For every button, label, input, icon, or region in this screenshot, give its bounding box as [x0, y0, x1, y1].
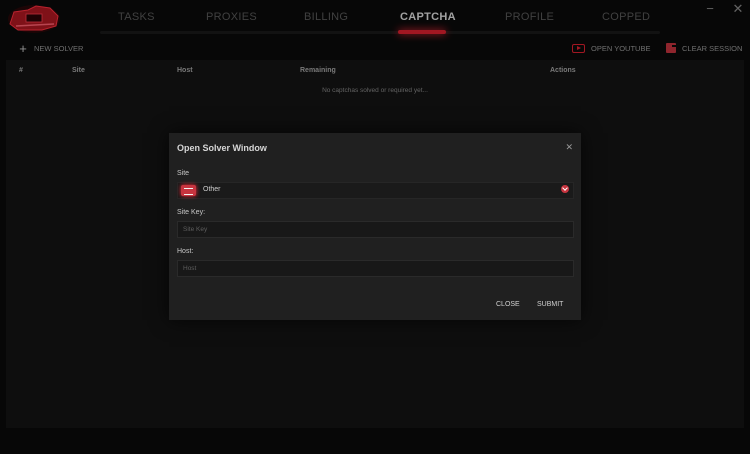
site-icon — [181, 185, 196, 196]
chevron-down-icon — [561, 185, 569, 193]
host-input[interactable] — [177, 260, 574, 277]
site-select[interactable]: Other — [177, 182, 574, 199]
submit-button[interactable]: SUBMIT — [537, 301, 563, 308]
site-key-input[interactable] — [177, 221, 574, 238]
site-label: Site — [177, 170, 190, 177]
app-window: TASKS PROXIES BILLING CAPTCHA PROFILE CO… — [0, 0, 750, 454]
site-select-value: Other — [203, 186, 221, 193]
dialog-close-icon[interactable]: ✕ — [565, 142, 573, 153]
site-key-label: Site Key: — [177, 209, 206, 216]
close-button[interactable]: CLOSE — [496, 301, 520, 308]
dialog-title: Open Solver Window — [177, 143, 267, 153]
open-solver-dialog: Open Solver Window ✕ Site Other Site Key… — [169, 133, 581, 320]
host-label: Host: — [177, 248, 194, 255]
